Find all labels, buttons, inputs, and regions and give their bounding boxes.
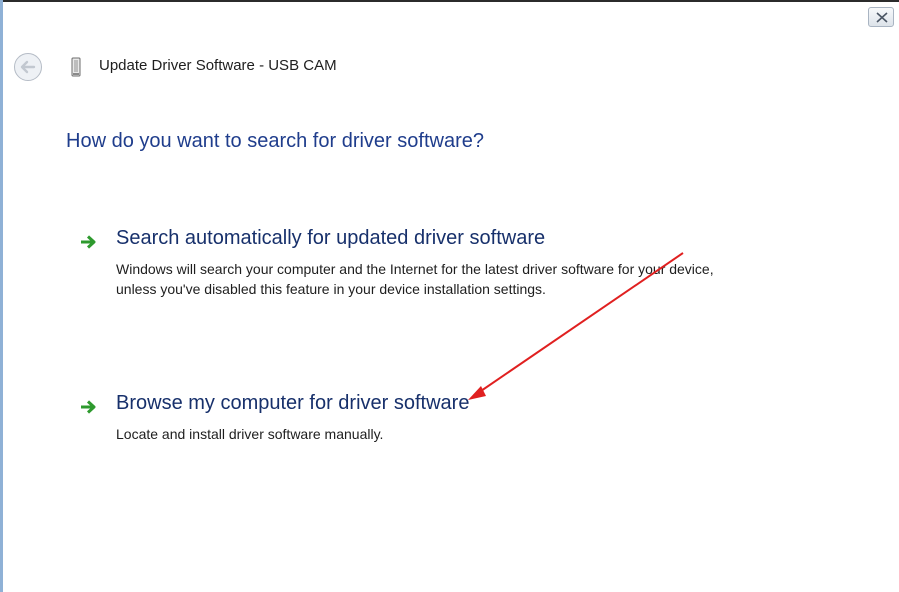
search-automatically-option[interactable]: Search automatically for updated driver … bbox=[80, 227, 780, 337]
usb-device-icon bbox=[69, 57, 83, 77]
back-arrow-icon bbox=[14, 53, 42, 81]
dialog-header: Update Driver Software - USB CAM bbox=[3, 40, 899, 93]
option-description: Locate and install driver software manua… bbox=[116, 426, 384, 442]
back-button[interactable] bbox=[13, 52, 43, 82]
option-title: Search automatically for updated driver … bbox=[116, 227, 546, 249]
green-arrow-icon bbox=[81, 400, 96, 414]
option-title: Browse my computer for driver software bbox=[116, 392, 470, 414]
option-description: Windows will search your computer and th… bbox=[116, 261, 714, 297]
close-button[interactable] bbox=[868, 7, 894, 27]
update-driver-dialog: Update Driver Software - USB CAM How do … bbox=[0, 0, 899, 592]
page-heading: How do you want to search for driver sof… bbox=[66, 130, 484, 152]
green-arrow-icon bbox=[81, 235, 96, 249]
close-icon bbox=[876, 12, 888, 23]
window-title: Update Driver Software - USB CAM bbox=[99, 57, 337, 74]
browse-computer-option[interactable]: Browse my computer for driver software L… bbox=[80, 392, 780, 452]
window-top-border bbox=[0, 0, 899, 2]
